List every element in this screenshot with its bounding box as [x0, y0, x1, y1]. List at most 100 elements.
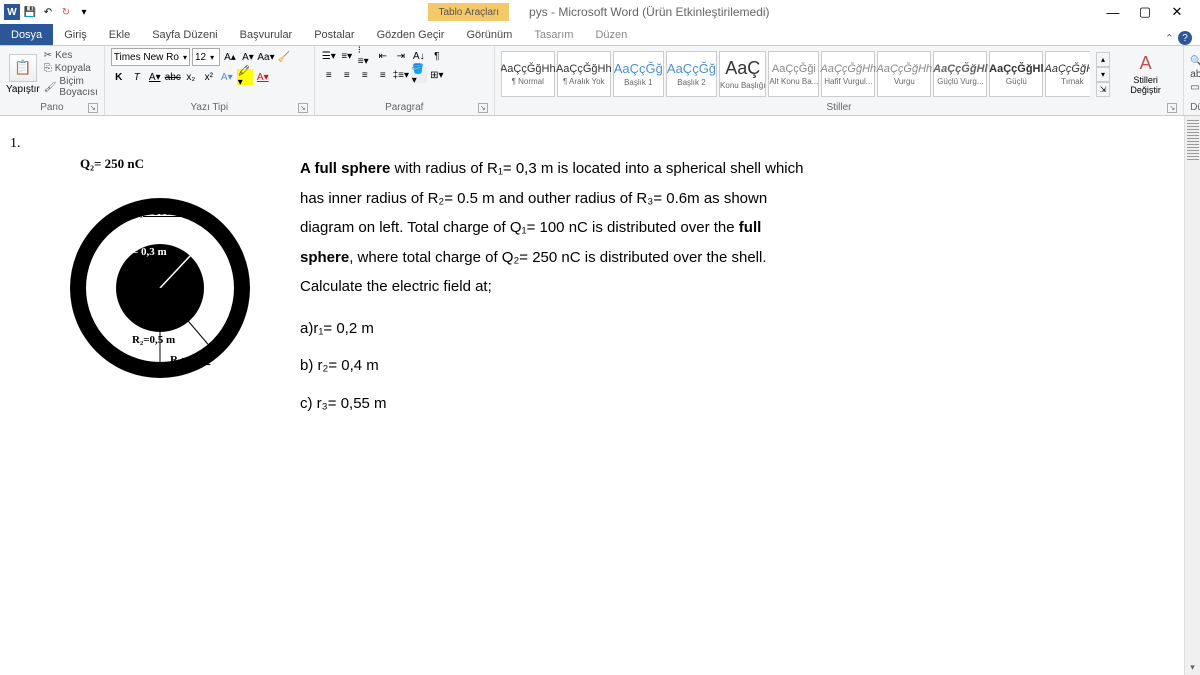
help-icon[interactable]: ?: [1178, 31, 1192, 45]
paste-label[interactable]: Yapıştır: [6, 84, 40, 95]
superscript-button[interactable]: x²: [201, 69, 217, 85]
tab-gozden-gecir[interactable]: Gözden Geçir: [366, 24, 456, 45]
borders-icon[interactable]: ⊞▾: [429, 67, 445, 83]
font-name-select[interactable]: Times New Ro▾: [111, 48, 190, 66]
redo-icon[interactable]: ↻: [58, 4, 74, 20]
group-clipboard: 📋 Yapıştır ✂Kes ⎘Kopyala 🖌Biçim Boyacısı…: [0, 46, 105, 115]
style-item[interactable]: AaÇçĞğiAlt Konu Ba...: [768, 51, 819, 97]
document-area[interactable]: 1. Q₂= 250 nC Q₁= 100 nC R₁ = 0,3 m R₂=0…: [0, 116, 1200, 440]
style-item[interactable]: AaÇçĞğHh¶ Normal: [501, 51, 555, 97]
r2-label: R₂=0,5 m: [132, 334, 175, 346]
style-item[interactable]: AaÇçĞğBaşlık 1: [613, 51, 664, 97]
shading-icon[interactable]: 🪣▾: [411, 67, 427, 83]
numbering-icon[interactable]: ≡▾: [339, 48, 355, 64]
line-spacing-icon[interactable]: ‡≡▾: [393, 67, 409, 83]
cut-button[interactable]: ✂Kes: [44, 50, 98, 61]
style-item[interactable]: AaÇçĞğHh¶ Aralık Yok: [557, 51, 611, 97]
paragraph-launcher-icon[interactable]: ↘: [478, 103, 488, 113]
sort-icon[interactable]: A↓: [411, 48, 427, 64]
clear-formatting-icon[interactable]: 🧹: [276, 49, 292, 65]
style-item[interactable]: AaÇçĞğHhTırnak: [1045, 51, 1090, 97]
styles-down-icon[interactable]: ▾: [1096, 67, 1110, 82]
change-case-icon[interactable]: Aa▾: [258, 49, 274, 65]
style-item[interactable]: AaÇçĞğBaşlık 2: [666, 51, 717, 97]
paragraph-group-label: Paragraf↘: [321, 100, 488, 113]
r3-label: R₃=0,6m: [170, 354, 210, 366]
tab-postalar[interactable]: Postalar: [303, 24, 365, 45]
scroll-down-icon[interactable]: ▾: [1185, 659, 1200, 675]
style-item[interactable]: AaÇçĞğHhHafif Vurgul...: [821, 51, 875, 97]
style-item[interactable]: AaÇçĞğHhVurgu: [877, 51, 931, 97]
styles-group-label: Stiller↘: [501, 100, 1178, 113]
justify-icon[interactable]: ≡: [375, 67, 391, 83]
styles-more-icon[interactable]: ⇲: [1096, 82, 1110, 97]
font-launcher-icon[interactable]: ↘: [298, 103, 308, 113]
styles-up-icon[interactable]: ▴: [1096, 52, 1110, 67]
paste-icon[interactable]: 📋: [9, 54, 37, 82]
change-styles-button[interactable]: A Stilleri Değiştir: [1114, 53, 1177, 96]
style-item[interactable]: AaÇçĞğHlGüçlü Vurg...: [933, 51, 987, 97]
select-icon: ▭: [1190, 82, 1199, 93]
document-title: pys - Microsoft Word (Ürün Etkinleştiril…: [529, 5, 770, 19]
increase-indent-icon[interactable]: ⇥: [393, 48, 409, 64]
save-icon[interactable]: 💾: [22, 4, 38, 20]
q1-label: Q₁= 100 nC: [130, 204, 189, 219]
clipboard-launcher-icon[interactable]: ↘: [88, 103, 98, 113]
shrink-font-icon[interactable]: A▾: [240, 49, 256, 65]
highlight-icon[interactable]: 🖍▾: [237, 69, 253, 85]
align-left-icon[interactable]: ≡: [321, 67, 337, 83]
align-right-icon[interactable]: ≡: [357, 67, 373, 83]
tab-gorunum[interactable]: Görünüm: [455, 24, 523, 45]
bullets-icon[interactable]: ☰▾: [321, 48, 337, 64]
split-handle[interactable]: [1187, 120, 1199, 160]
style-item[interactable]: AaÇçĞğHlGüçlü: [989, 51, 1043, 97]
copy-button[interactable]: ⎘Kopyala: [44, 63, 98, 74]
text-effects-icon[interactable]: A▾: [219, 69, 235, 85]
cut-icon: ✂: [44, 50, 52, 61]
diagram: Q₂= 250 nC Q₁= 100 nC R₁ = 0,3 m R₂=0,5 …: [60, 156, 260, 420]
show-marks-icon[interactable]: ¶: [429, 48, 445, 64]
ribbon-tabs: Dosya Giriş Ekle Sayfa Düzeni Başvurular…: [0, 24, 1200, 46]
close-icon[interactable]: ✕: [1170, 5, 1184, 19]
replace-button[interactable]: abDeğiştir: [1190, 69, 1200, 80]
format-painter-button[interactable]: 🖌Biçim Boyacısı: [44, 76, 98, 98]
quick-access-toolbar: W 💾 ↶ ↻ ▾: [4, 4, 92, 20]
copy-icon: ⎘: [44, 63, 52, 74]
strikethrough-button[interactable]: abc: [165, 69, 181, 85]
r1-label: R₁ = 0,3 m: [118, 246, 167, 258]
font-color-icon[interactable]: A▾: [255, 69, 271, 85]
change-styles-icon: A: [1140, 53, 1152, 74]
tab-basvurular[interactable]: Başvurular: [229, 24, 304, 45]
tab-sayfa-duzeni[interactable]: Sayfa Düzeni: [141, 24, 228, 45]
contextual-tab-label: Tablo Araçları: [428, 3, 509, 21]
tab-giris[interactable]: Giriş: [53, 24, 98, 45]
decrease-indent-icon[interactable]: ⇤: [375, 48, 391, 64]
subscript-button[interactable]: x₂: [183, 69, 199, 85]
bold-button[interactable]: K: [111, 69, 127, 85]
group-editing: 🔍Bul▾ abDeğiştir ▭Seç▾ Düzenleme: [1184, 46, 1200, 115]
tab-duzen[interactable]: Düzen: [584, 24, 638, 45]
vertical-scrollbar[interactable]: ▴ ▾: [1184, 116, 1200, 675]
minimize-icon[interactable]: —: [1106, 5, 1120, 19]
editing-group-label: Düzenleme: [1190, 100, 1200, 113]
font-size-select[interactable]: 12▾: [192, 48, 220, 66]
tab-ekle[interactable]: Ekle: [98, 24, 141, 45]
select-button[interactable]: ▭Seç▾: [1190, 82, 1200, 93]
style-item[interactable]: AaÇKonu Başlığı: [719, 51, 766, 97]
tab-tasarim[interactable]: Tasarım: [523, 24, 584, 45]
qat-dropdown-icon[interactable]: ▾: [76, 4, 92, 20]
font-group-label: Yazı Tipi↘: [111, 100, 308, 113]
styles-launcher-icon[interactable]: ↘: [1167, 103, 1177, 113]
grow-font-icon[interactable]: A▴: [222, 49, 238, 65]
align-center-icon[interactable]: ≡: [339, 67, 355, 83]
group-styles: AaÇçĞğHh¶ NormalAaÇçĞğHh¶ Aralık YokAaÇç…: [495, 46, 1185, 115]
underline-button[interactable]: A▾: [147, 69, 163, 85]
find-button[interactable]: 🔍Bul▾: [1190, 56, 1200, 67]
tab-dosya[interactable]: Dosya: [0, 24, 53, 45]
maximize-icon[interactable]: ▢: [1138, 5, 1152, 19]
undo-icon[interactable]: ↶: [40, 4, 56, 20]
multilevel-icon[interactable]: ⁝≡▾: [357, 48, 373, 64]
italic-button[interactable]: T: [129, 69, 145, 85]
ribbon-minimize-icon[interactable]: ⌃: [1165, 32, 1174, 45]
format-painter-icon: 🖌: [44, 82, 57, 93]
